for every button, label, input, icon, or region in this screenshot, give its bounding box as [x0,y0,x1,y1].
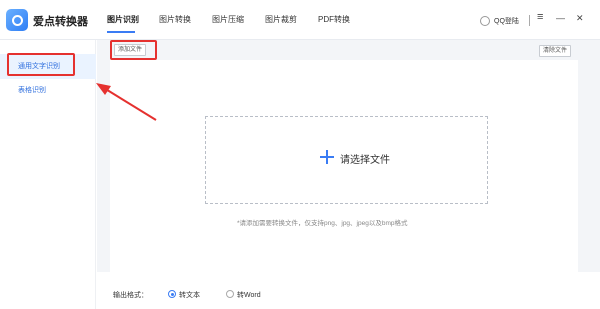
qq-login-link[interactable]: QQ登陆 [494,16,519,26]
radio-to-text-label[interactable]: 转文本 [179,290,200,300]
radio-to-word-label[interactable]: 转Word [237,290,261,300]
close-icon[interactable]: ✕ [576,13,584,24]
tab-image-convert[interactable]: 图片转换 [159,14,191,25]
plus-icon [320,150,334,164]
divider [529,15,530,26]
tab-pdf-convert[interactable]: PDF转换 [318,14,350,25]
app-logo-icon [6,9,28,31]
radio-to-text[interactable] [168,290,176,298]
annotation-highlight-add-file [110,40,157,60]
choose-file-label[interactable]: 请选择文件 [340,151,390,166]
tab-image-crop[interactable]: 图片裁剪 [265,14,297,25]
app-title: 爱点转换器 [33,16,88,28]
title-bar: 爱点转换器 图片识别 图片转换 图片压缩 图片裁剪 PDF转换 QQ登陆 ≡ —… [0,0,600,40]
minimize-icon[interactable]: — [556,13,565,23]
annotation-highlight-sidebar [7,53,75,76]
user-avatar-icon[interactable] [480,16,490,26]
clear-file-button[interactable]: 清除文件 [539,45,572,57]
sidebar-item-table[interactable]: 表格识别 [0,78,96,103]
format-hint: *请添加需要转换文件，仅支持png、jpg、jpeg以及bmp格式 [237,220,408,227]
tab-image-recognition[interactable]: 图片识别 [107,14,139,25]
output-format-label: 输出格式： [113,292,148,299]
menu-icon[interactable]: ≡ [537,11,543,23]
active-tab-indicator [107,31,135,33]
tab-image-compress[interactable]: 图片压缩 [212,14,244,25]
sidebar: 通用文字识别 表格识别 [0,40,96,309]
radio-to-word[interactable] [226,290,234,298]
